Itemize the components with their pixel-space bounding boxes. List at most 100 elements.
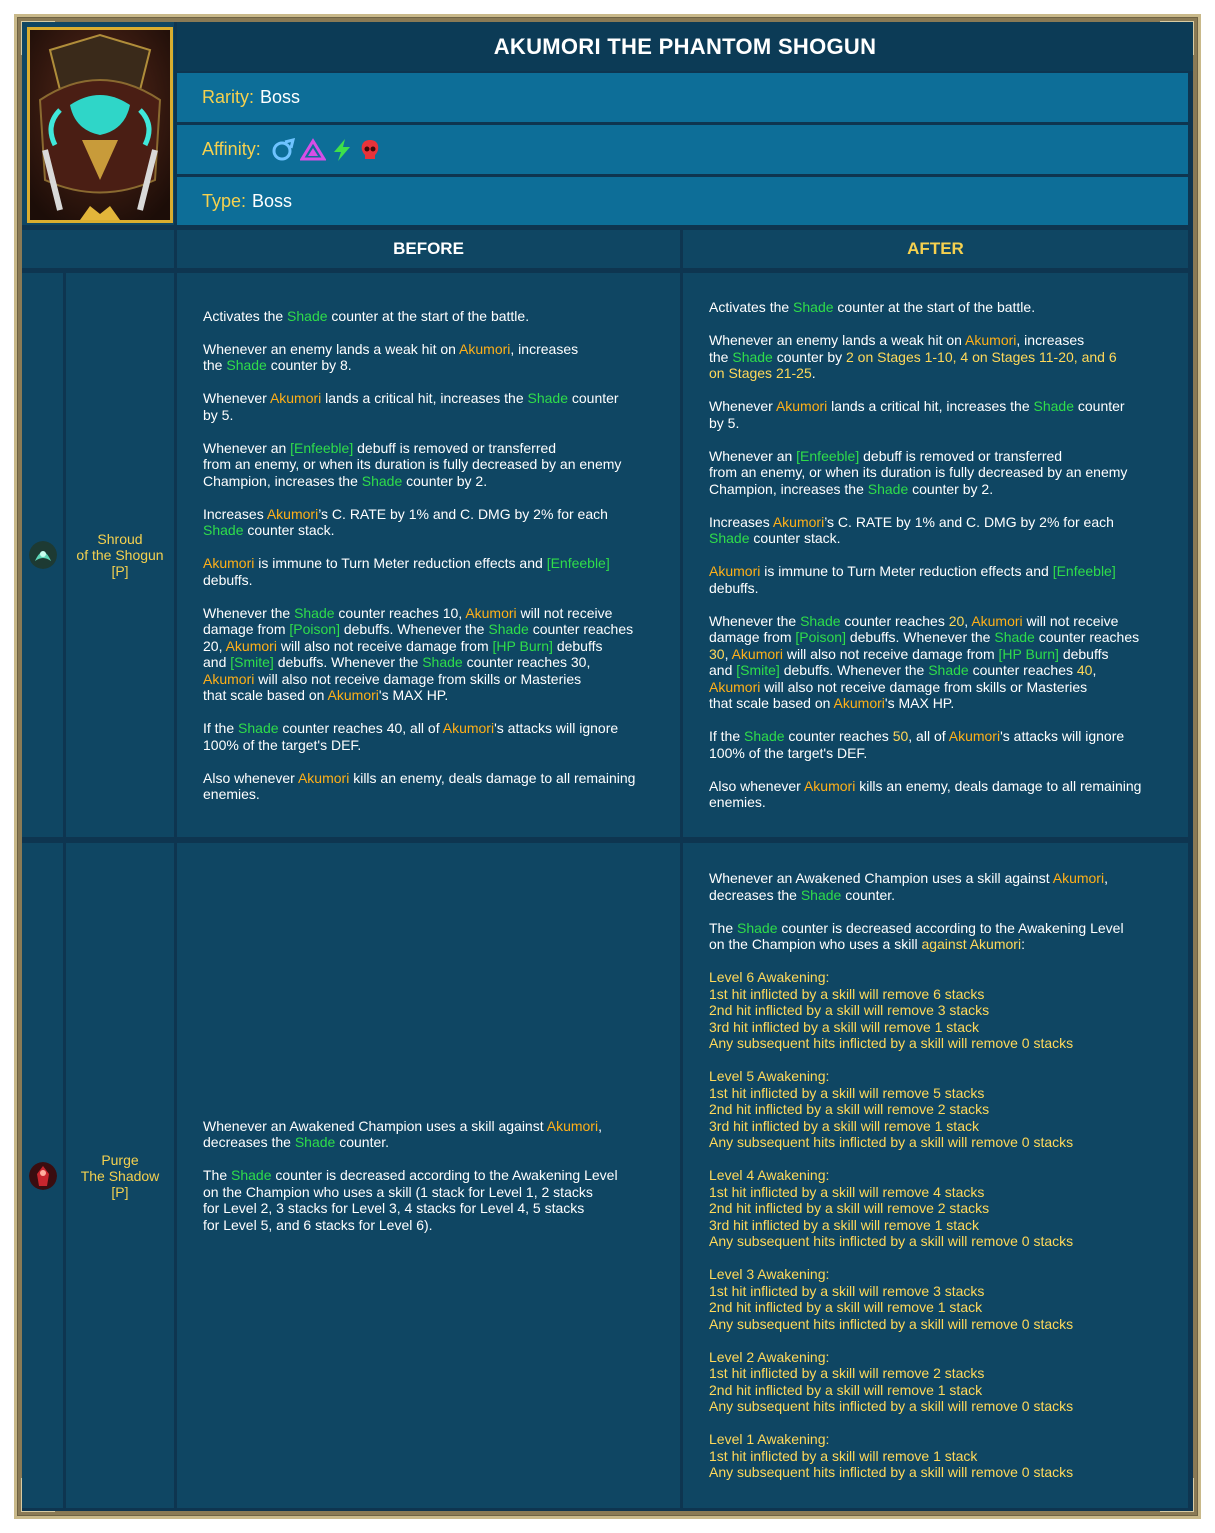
highlight-text: Shade: [361, 472, 403, 489]
page-title: AKUMORI THE PHANTOM SHOGUN: [177, 22, 1193, 71]
highlight-text: Shade: [928, 662, 969, 679]
highlight-text: Akumori: [772, 513, 825, 530]
highlight-text: [Poison]: [289, 621, 340, 637]
rarity-value: Boss: [260, 87, 301, 107]
highlight-text: Akumori: [833, 695, 885, 712]
type-value: Boss: [252, 190, 293, 211]
highlight-text: [Smite]: [736, 662, 780, 679]
highlight-text: 1st hit inflicted by a skill will remove…: [709, 985, 985, 1002]
highlight-text: Akumori: [327, 687, 379, 703]
highlight-text: Akumori: [948, 728, 1001, 745]
description-paragraph: Whenever the Shade counter reaches 10, A…: [203, 604, 634, 704]
skill-name-line: [P]: [111, 563, 129, 579]
description-paragraph: Increases Akumori’s C. RATE by 1% and C.…: [709, 513, 1114, 547]
description-paragraph: Akumori is immune to Turn Meter reductio…: [709, 563, 1116, 596]
highlight-text: Shade: [488, 621, 529, 637]
highlight-text: Shade: [1033, 398, 1074, 415]
description-paragraph: Activates the Shade counter at the start…: [203, 307, 530, 324]
type-row: Type: Boss: [177, 177, 1188, 225]
description-paragraph: Whenever an enemy lands a weak hit on Ak…: [709, 332, 1117, 382]
highlight-text: 2nd hit inflicted by a skill will remove…: [709, 1200, 990, 1217]
highlight-text: 1st hit inflicted by a skill will remove…: [709, 1183, 985, 1200]
description-paragraph: If the Shade counter reaches 50, all of …: [709, 728, 1125, 761]
description-paragraph: The Shade counter is decreased according…: [203, 1167, 618, 1233]
description-paragraph: Level 4 Awakening: 1st hit inflicted by a…: [709, 1167, 1162, 1250]
highlight-text: Level 4 Awakening:: [709, 1167, 830, 1184]
highlight-text: 2nd hit inflicted by a skill will remove…: [709, 1299, 983, 1316]
highlight-text: [HP Burn]: [998, 645, 1059, 662]
description-paragraph: Whenever an [Enfeeble] debuff is removed…: [709, 447, 1128, 497]
highlight-text: 2nd hit inflicted by a skill will remove…: [709, 1101, 990, 1118]
description-paragraph: Whenever an [Enfeeble] debuff is removed…: [203, 439, 622, 489]
skill-name-line: Shroud: [97, 531, 143, 547]
highlight-text: Shade: [231, 1167, 272, 1184]
champion-portrait: [27, 27, 173, 223]
highlight-text: 2 on Stages 1-10, 4 on Stages 11-20, and…: [846, 348, 1117, 365]
affinity-icons: [271, 137, 382, 162]
skill-name-line: of the Shogun: [76, 547, 164, 563]
highlight-text: Any subsequent hits inflicted by a skill…: [709, 1398, 1074, 1415]
highlight-text: 1st hit inflicted by a skill will remove…: [709, 1365, 985, 1382]
description-paragraph: Whenever the Shade counter reaches 20, A…: [709, 612, 1140, 712]
highlight-text: Shade: [527, 390, 568, 406]
highlight-text: Akumori: [203, 670, 255, 687]
highlight-text: Shade: [238, 720, 279, 736]
highlight-text: 1st hit inflicted by a skill will remove…: [709, 1282, 985, 1299]
rarity-label: Rarity:: [202, 87, 255, 107]
description-paragraph: Whenever Akumori lands a critical hit, i…: [203, 390, 619, 423]
highlight-text: Akumori: [442, 720, 495, 736]
highlight-text: Akumori: [546, 1117, 599, 1134]
highlight-text: 3rd hit inflicted by a skill will remove…: [709, 1216, 979, 1233]
skill-name-line: Purge: [101, 1151, 139, 1168]
skill-name-line: [P]: [111, 1183, 129, 1200]
rarity-row: Rarity: Boss: [177, 73, 1188, 122]
description-paragraph: Increases Akumori’s C. RATE by 1% and C.…: [203, 505, 608, 539]
skill-desc-before: Whenever an Awakened Champion uses a ski…: [177, 843, 680, 1508]
highlight-text: Any subsequent hits inflicted by a skill…: [709, 1315, 1074, 1332]
description-paragraph: Level 3 Awakening: 1st hit inflicted by a…: [709, 1266, 1162, 1332]
highlight-text: 2nd hit inflicted by a skill will remove…: [709, 1002, 990, 1019]
highlight-text: on Stages 21-25: [709, 365, 812, 382]
description-paragraph: Level 1 Awakening: 1st hit inflicted by a…: [709, 1431, 1162, 1481]
skill-desc-before: Activates the Shade counter at the start…: [177, 273, 680, 837]
skill-desc-after: Whenever an Awakened Champion uses a ski…: [683, 843, 1188, 1508]
highlight-text: Akumori: [709, 563, 761, 580]
highlight-text: Shade: [867, 480, 909, 497]
highlight-text: 50: [892, 728, 909, 745]
affinity-label: Affinity:: [202, 139, 261, 159]
skill-name-line: The Shadow: [80, 1167, 160, 1184]
highlight-text: 40: [1076, 662, 1093, 679]
highlight-text: Any subsequent hits inflicted by a skill…: [709, 1233, 1074, 1250]
highlight-text: Shade: [709, 530, 750, 547]
highlight-text: 2nd hit inflicted by a skill will remove…: [709, 1381, 983, 1398]
highlight-text: Shade: [793, 299, 834, 316]
highlight-text: Shade: [744, 728, 785, 745]
highlight-text: Shade: [294, 604, 335, 621]
highlight-text: Akumori: [269, 390, 322, 406]
highlight-text: Akumori: [297, 769, 350, 786]
content-panel: AKUMORI THE PHANTOM SHOGUN Rarity: Boss …: [22, 22, 1193, 1511]
affinity-row: Affinity:: [177, 125, 1188, 174]
highlight-text: [Poison]: [795, 629, 846, 646]
highlight-text: Any subsequent hits inflicted by a skill…: [709, 1035, 1074, 1052]
description-paragraph: If the Shade counter reaches 40, all of …: [203, 720, 619, 753]
highlight-text: Akumori: [225, 637, 277, 654]
highlight-text: Akumori: [459, 340, 511, 357]
skill-desc-after: Activates the Shade counter at the start…: [683, 273, 1188, 837]
description-paragraph: Whenever an Awakened Champion uses a ski…: [203, 1117, 602, 1151]
highlight-text: Shade: [800, 886, 842, 903]
shogun-portrait-icon: [30, 30, 170, 220]
highlight-text: Level 6 Awakening:: [709, 969, 830, 986]
description-paragraph: The Shade counter is decreased according…: [709, 919, 1124, 953]
highlight-text: 3rd hit inflicted by a skill will remove…: [709, 1018, 979, 1035]
highlight-text: Any subsequent hits inflicted by a skill…: [709, 1464, 1074, 1481]
highlight-text: Shade: [203, 522, 244, 538]
highlight-text: 1st hit inflicted by a skill will remove…: [709, 1447, 978, 1464]
highlight-text: 3rd hit inflicted by a skill will remove…: [709, 1117, 979, 1134]
description-paragraph: Whenever an Awakened Champion uses a ski…: [709, 870, 1108, 903]
highlight-text: Shade: [732, 348, 773, 365]
magic-icon: [272, 137, 295, 160]
highlight-text: Shade: [226, 357, 267, 373]
highlight-text: [Smite]: [230, 654, 274, 670]
highlight-text: Akumori: [709, 678, 761, 695]
